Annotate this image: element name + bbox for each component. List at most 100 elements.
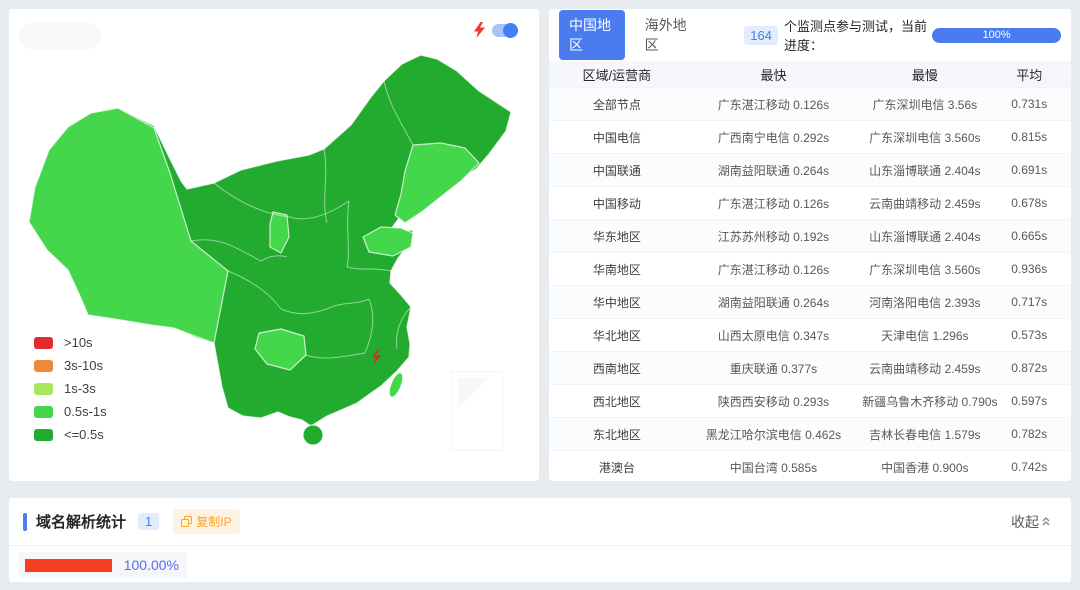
table-cell: 华东地区	[549, 228, 685, 245]
legend-item: >10s	[34, 331, 107, 354]
copy-icon	[181, 516, 192, 527]
map-region-hainan	[303, 425, 323, 445]
dns-title: 域名解析统计	[36, 511, 126, 532]
tab-china-region[interactable]: 中国地区	[559, 10, 625, 60]
table-row: 全部节点广东湛江移动 0.126s广东深圳电信 3.56s0.731s	[549, 87, 1071, 120]
table-cell: 全部节点	[549, 96, 685, 113]
table-cell: 0.936s	[987, 262, 1071, 276]
table-cell: 云南曲靖移动 2.459s	[862, 195, 987, 212]
table-cell: 广东湛江移动 0.126s	[685, 195, 862, 212]
table-cell: 湖南益阳联通 0.264s	[685, 294, 862, 311]
table-header-cell: 平均	[987, 65, 1071, 84]
speed-toggle[interactable]	[492, 24, 517, 37]
table-cell: 0.678s	[987, 196, 1071, 210]
dns-count-badge: 1	[138, 513, 159, 530]
table-row: 中国移动广东湛江移动 0.126s云南曲靖移动 2.459s0.678s	[549, 186, 1071, 219]
table-cell: 广西南宁电信 0.292s	[685, 129, 862, 146]
legend-swatch	[34, 383, 53, 395]
legend-item: 0.5s-1s	[34, 400, 107, 423]
table-cell: 广东湛江移动 0.126s	[685, 96, 862, 113]
monitor-text: 个监测点参与测试，当前进度：	[784, 16, 932, 54]
table-cell: 陕西西安移动 0.293s	[685, 393, 862, 410]
table-row: 华南地区广东湛江移动 0.126s广东深圳电信 3.560s0.936s	[549, 252, 1071, 285]
dns-result-bar	[25, 559, 112, 572]
dns-panel: 域名解析统计 1 复制IP 收起 100.00%	[8, 497, 1072, 583]
monitor-count-badge: 164	[744, 26, 778, 45]
table-header-cell: 最快	[685, 65, 862, 84]
legend-label: >10s	[64, 335, 93, 350]
watermark	[451, 371, 503, 451]
table-cell: 山东淄博联通 2.404s	[862, 228, 987, 245]
table-cell: 中国移动	[549, 195, 685, 212]
table-cell: 云南曲靖移动 2.459s	[862, 360, 987, 377]
table-cell: 广东深圳电信 3.560s	[862, 261, 987, 278]
chevron-double-up-icon	[1041, 516, 1051, 527]
results-table-body: 全部节点广东湛江移动 0.126s广东深圳电信 3.56s0.731s中国电信广…	[549, 87, 1071, 483]
table-cell: 中国香港 0.900s	[862, 459, 987, 476]
title-accent-bar	[23, 513, 27, 531]
table-header-cell: 区域/运营商	[549, 65, 685, 84]
table-row: 东北地区黑龙江哈尔滨电信 0.462s吉林长春电信 1.579s0.782s	[549, 417, 1071, 450]
table-cell: 江苏苏州移动 0.192s	[685, 228, 862, 245]
table-cell: 广东深圳电信 3.560s	[862, 129, 987, 146]
table-cell: 华南地区	[549, 261, 685, 278]
table-cell: 湖南益阳联通 0.264s	[685, 162, 862, 179]
lightning-icon	[474, 22, 485, 38]
table-cell: 天津电信 1.296s	[862, 327, 987, 344]
toggle-knob	[503, 23, 518, 38]
legend-swatch	[34, 360, 53, 372]
legend-item: 3s-10s	[34, 354, 107, 377]
table-cell: 0.782s	[987, 427, 1071, 441]
table-cell: 0.573s	[987, 328, 1071, 342]
table-cell: 0.815s	[987, 130, 1071, 144]
table-cell: 0.665s	[987, 229, 1071, 243]
table-row: 港澳台中国台湾 0.585s中国香港 0.900s0.742s	[549, 450, 1071, 483]
results-table-header: 区域/运营商最快最慢平均	[549, 61, 1071, 87]
table-cell: 0.742s	[987, 460, 1071, 474]
table-cell: 重庆联通 0.377s	[685, 360, 862, 377]
tab-overseas-region[interactable]: 海外地区	[635, 10, 701, 60]
progress-bar: 100%	[932, 28, 1061, 43]
table-cell: 0.597s	[987, 394, 1071, 408]
table-cell: 0.691s	[987, 163, 1071, 177]
legend-label: 1s-3s	[64, 381, 96, 396]
table-cell: 港澳台	[549, 459, 685, 476]
table-row: 中国电信广西南宁电信 0.292s广东深圳电信 3.560s0.815s	[549, 120, 1071, 153]
map-panel: >10s 3s-10s 1s-3s 0.5s-1s <=0.5s	[8, 8, 540, 482]
table-cell: 西北地区	[549, 393, 685, 410]
legend-swatch	[34, 429, 53, 441]
dns-bar-strip: 100.00%	[19, 552, 187, 578]
table-row: 华东地区江苏苏州移动 0.192s山东淄博联通 2.404s0.665s	[549, 219, 1071, 252]
map-legend: >10s 3s-10s 1s-3s 0.5s-1s <=0.5s	[34, 331, 107, 446]
table-cell: 西南地区	[549, 360, 685, 377]
collapse-button[interactable]: 收起	[1011, 512, 1051, 532]
table-cell: 0.731s	[987, 97, 1071, 111]
table-cell: 山西太原电信 0.347s	[685, 327, 862, 344]
table-cell: 吉林长春电信 1.579s	[862, 426, 987, 443]
table-cell: 中国台湾 0.585s	[685, 459, 862, 476]
table-cell: 华中地区	[549, 294, 685, 311]
results-header: 中国地区 海外地区 164 个监测点参与测试，当前进度： 100%	[549, 9, 1071, 61]
table-cell: 广东深圳电信 3.56s	[862, 96, 987, 113]
table-cell: 广东湛江移动 0.126s	[685, 261, 862, 278]
legend-swatch	[34, 406, 53, 418]
copy-ip-button[interactable]: 复制IP	[173, 509, 239, 534]
dns-header: 域名解析统计 1 复制IP 收起	[9, 498, 1071, 546]
legend-label: 0.5s-1s	[64, 404, 107, 419]
legend-swatch	[34, 337, 53, 349]
table-row: 西南地区重庆联通 0.377s云南曲靖移动 2.459s0.872s	[549, 351, 1071, 384]
table-cell: 0.717s	[987, 295, 1071, 309]
legend-item: 1s-3s	[34, 377, 107, 400]
table-cell: 新疆乌鲁木齐移动 0.790s	[862, 393, 987, 410]
legend-label: 3s-10s	[64, 358, 103, 373]
legend-label: <=0.5s	[64, 427, 104, 442]
collapse-label: 收起	[1011, 512, 1039, 532]
table-row: 华北地区山西太原电信 0.347s天津电信 1.296s0.573s	[549, 318, 1071, 351]
table-cell: 河南洛阳电信 2.393s	[862, 294, 987, 311]
results-panel: 中国地区 海外地区 164 个监测点参与测试，当前进度： 100% 区域/运营商…	[548, 8, 1072, 482]
table-row: 西北地区陕西西安移动 0.293s新疆乌鲁木齐移动 0.790s0.597s	[549, 384, 1071, 417]
table-cell: 东北地区	[549, 426, 685, 443]
dns-bar-percent: 100.00%	[124, 557, 179, 573]
table-cell: 中国电信	[549, 129, 685, 146]
table-cell: 山东淄博联通 2.404s	[862, 162, 987, 179]
